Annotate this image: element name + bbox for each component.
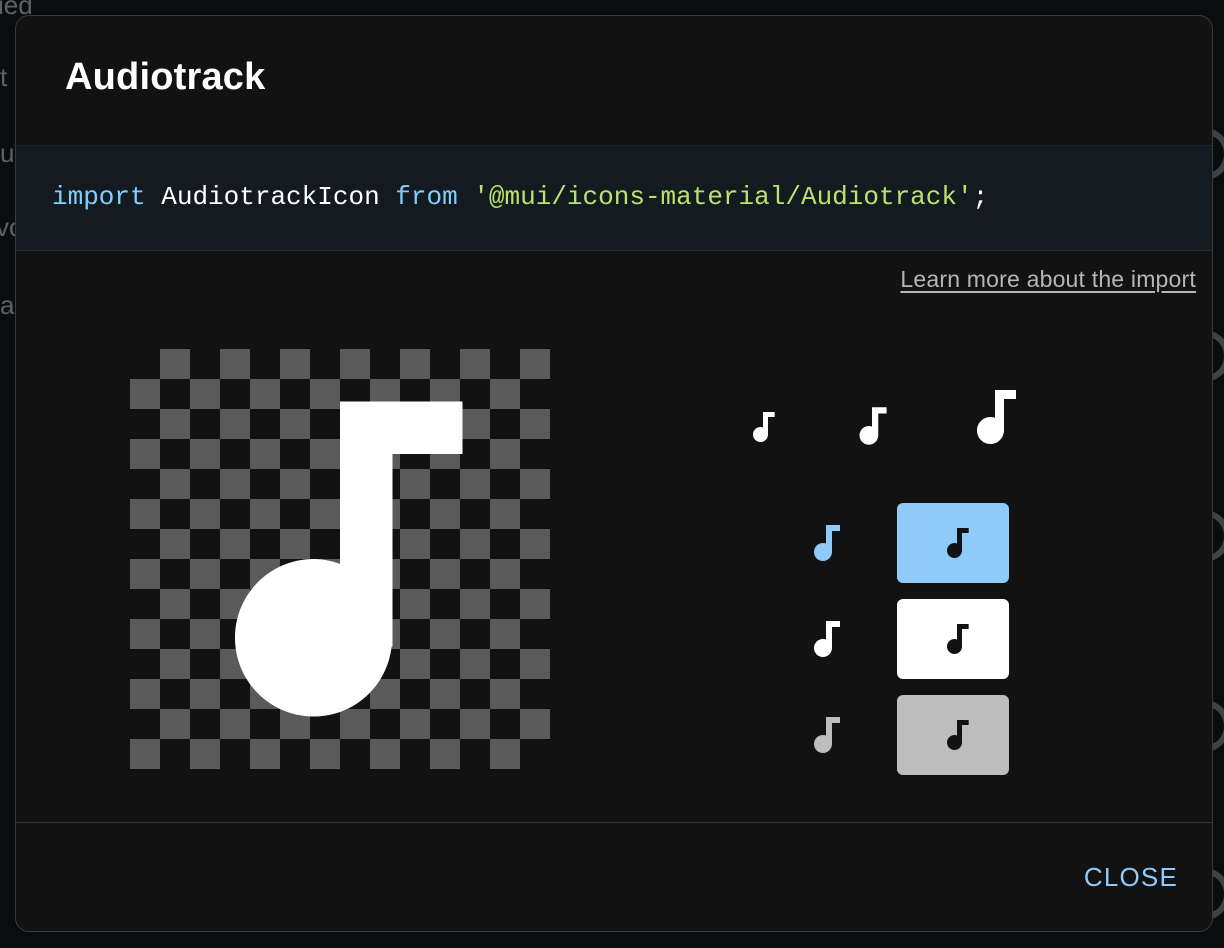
footer-divider xyxy=(16,822,1212,823)
audiotrack-icon-on-grey xyxy=(947,720,969,750)
code-keyword-import: import xyxy=(52,182,146,212)
audiotrack-icon-small xyxy=(753,412,775,442)
audiotrack-icon-grey xyxy=(814,717,840,753)
audiotrack-icon-large xyxy=(977,390,1016,444)
audiotrack-icon-primary xyxy=(814,525,840,561)
code-module-path: '@mui/icons-material/Audiotrack' xyxy=(473,182,973,212)
background-text-fragment: a xyxy=(0,290,15,320)
audiotrack-icon xyxy=(235,401,463,717)
learn-more-import-link[interactable]: Learn more about the import xyxy=(900,266,1196,293)
swatch-grey xyxy=(897,695,1009,775)
swatch-primary xyxy=(897,503,1009,583)
audiotrack-icon-white xyxy=(814,621,840,657)
audiotrack-icon-on-white xyxy=(947,624,969,654)
import-statement: import AudiotrackIcon from '@mui/icons-m… xyxy=(52,182,988,212)
close-button[interactable]: CLOSE xyxy=(1084,862,1178,893)
dialog-title: Audiotrack xyxy=(65,56,266,98)
audiotrack-icon-on-primary xyxy=(947,528,969,558)
audiotrack-icon-medium xyxy=(859,407,887,445)
swatch-white xyxy=(897,599,1009,679)
import-code-block[interactable]: import AudiotrackIcon from '@mui/icons-m… xyxy=(16,145,1212,251)
code-identifier: AudiotrackIcon xyxy=(161,182,380,212)
icon-dialog: Audiotrack import AudiotrackIcon from '@… xyxy=(15,15,1213,932)
code-keyword-from: from xyxy=(395,182,458,212)
code-terminator: ; xyxy=(972,182,989,212)
background-text-fragment: t xyxy=(0,62,8,92)
background-text-fragment: u xyxy=(0,138,15,168)
icon-preview-checkerboard xyxy=(130,349,550,769)
